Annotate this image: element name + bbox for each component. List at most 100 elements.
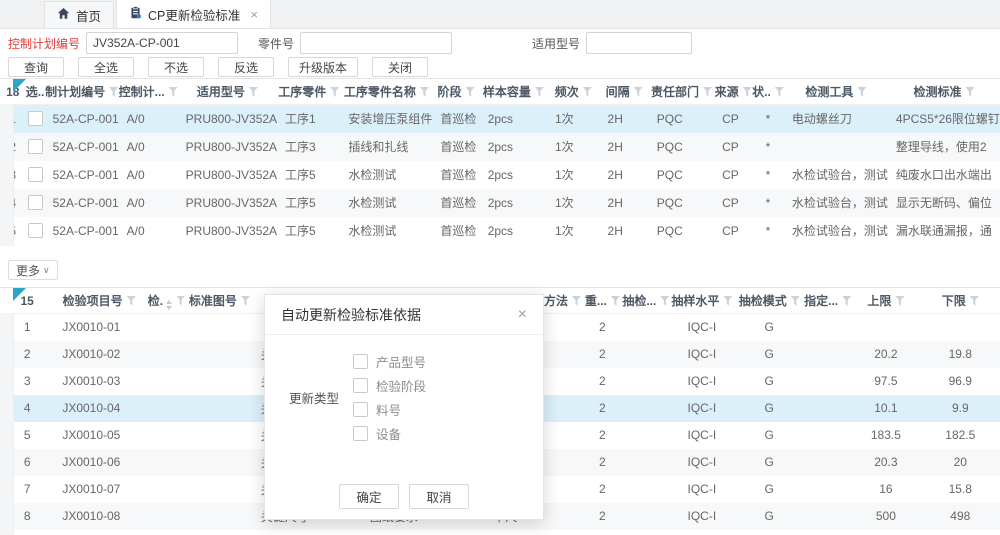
column-header[interactable]: 责任部门 [649, 79, 714, 105]
option-checkbox[interactable] [353, 354, 368, 369]
filter-icon[interactable] [420, 87, 429, 97]
tab-home[interactable]: 首页 [44, 1, 114, 28]
option-checkbox[interactable] [353, 402, 368, 417]
column-header[interactable]: 适用型号 [178, 79, 277, 105]
column-header[interactable]: 检测标准 [888, 79, 1000, 105]
filter-icon[interactable] [572, 296, 581, 306]
filter-icon[interactable] [127, 296, 136, 306]
select-none-button[interactable]: 不选 [148, 57, 204, 77]
model-input[interactable] [586, 32, 692, 54]
filter-icon[interactable] [249, 87, 258, 97]
column-header[interactable]: 上限 [851, 288, 920, 314]
filter-icon[interactable] [775, 87, 784, 97]
row-checkbox[interactable] [28, 167, 43, 182]
table-row[interactable]: 552A-CP-001A/0PRU800-JV352A工序5水检测试首巡检2pc… [0, 217, 1000, 245]
table-cell: CP [714, 217, 752, 245]
option-checkbox[interactable] [353, 426, 368, 441]
column-header[interactable]: 频次 [547, 79, 600, 105]
column-header[interactable]: 制计划编号 [45, 79, 119, 105]
column-header[interactable]: 间隔 [600, 79, 649, 105]
column-header[interactable]: 指定... [804, 288, 851, 314]
filter-icon[interactable] [634, 87, 643, 97]
close-button[interactable]: 关闭 [372, 57, 428, 77]
more-button[interactable]: 更多 ∨ [8, 260, 58, 280]
row-number: 5 [0, 217, 25, 245]
filter-icon[interactable] [109, 87, 118, 97]
row-checkbox-cell [25, 217, 44, 245]
filter-icon[interactable] [583, 87, 592, 97]
header-row: 18选..制计划编号控制计...适用型号工序零件工序零件名称阶段样本容量频次间隔… [0, 79, 1000, 105]
filter-icon[interactable] [535, 87, 544, 97]
table-cell: 9.9 [921, 395, 1000, 422]
table-cell: JX0010-04 [54, 395, 144, 422]
cancel-button[interactable]: 取消 [409, 484, 469, 509]
filter-icon[interactable] [611, 296, 620, 306]
filter-icon[interactable] [466, 87, 475, 97]
table-row[interactable]: 452A-CP-001A/0PRU800-JV352A工序5水检测试首巡检2pc… [0, 189, 1000, 217]
column-header[interactable]: 控制计... [119, 79, 178, 105]
sort-icon[interactable] [166, 300, 172, 310]
filter-icon[interactable] [330, 87, 339, 97]
table-cell [543, 476, 583, 503]
filter-icon[interactable] [743, 87, 752, 97]
column-header[interactable]: 方法 [543, 288, 583, 314]
table-cell [804, 395, 851, 422]
table-row[interactable]: 152A-CP-001A/0PRU800-JV352A工序1安装增压泵组件首巡检… [0, 105, 1000, 133]
tab-close-icon[interactable]: × [250, 8, 258, 21]
filter-icon[interactable] [241, 296, 250, 306]
option-checkbox[interactable] [353, 378, 368, 393]
column-header[interactable]: 样本容量 [480, 79, 547, 105]
column-header[interactable]: 工序零件 [277, 79, 340, 105]
table-cell [189, 314, 250, 341]
query-button[interactable]: 查询 [8, 57, 64, 77]
column-header[interactable]: 抽样水平 [669, 288, 734, 314]
tab-cp-update-standard[interactable]: CP更新检验标准 × [116, 0, 271, 28]
upgrade-version-button[interactable]: 升级版本 [288, 57, 358, 77]
row-checkbox[interactable] [28, 223, 43, 238]
table-cell: 水检试验台，测试 [784, 217, 888, 245]
invert-select-button[interactable]: 反选 [218, 57, 274, 77]
filter-icon[interactable] [895, 296, 904, 306]
column-header[interactable]: 抽检... [622, 288, 669, 314]
column-header[interactable]: 来源 [714, 79, 752, 105]
column-header[interactable]: 重... [582, 288, 622, 314]
table-cell [543, 449, 583, 476]
column-header[interactable]: 抽检模式 [734, 288, 804, 314]
control-plan-no-label: 控制计划编号 [8, 35, 80, 52]
select-all-button[interactable]: 全选 [78, 57, 134, 77]
row-checkbox[interactable] [28, 195, 43, 210]
column-header[interactable]: 检验项目号 [54, 288, 144, 314]
table-row[interactable]: 352A-CP-001A/0PRU800-JV352A工序5水检测试首巡检2pc… [0, 161, 1000, 189]
column-header[interactable]: 标准图号 [189, 288, 250, 314]
column-header[interactable]: 工序零件名称 [340, 79, 432, 105]
row-number: 8 [0, 503, 54, 530]
filter-icon[interactable] [176, 296, 185, 306]
row-checkbox[interactable] [28, 111, 43, 126]
update-type-option: 料号 [353, 397, 426, 421]
column-header[interactable]: 阶段 [432, 79, 479, 105]
tab-label: 首页 [76, 6, 101, 25]
table-row[interactable]: 252A-CP-001A/0PRU800-JV352A工序3插线和扎线首巡检2p… [0, 133, 1000, 161]
filter-icon[interactable] [965, 87, 974, 97]
ok-button[interactable]: 确定 [339, 484, 399, 509]
filter-icon[interactable] [791, 296, 800, 306]
filter-icon[interactable] [703, 87, 712, 97]
filter-icon[interactable] [842, 296, 851, 306]
control-plan-no-input[interactable] [86, 32, 238, 54]
column-header[interactable]: 检. [144, 288, 189, 314]
filter-icon[interactable] [857, 87, 866, 97]
table-cell: 插线和扎线 [340, 133, 432, 161]
part-no-input[interactable] [300, 32, 452, 54]
column-header[interactable]: 状.. [752, 79, 784, 105]
filter-icon[interactable] [660, 296, 669, 306]
table-cell: 2H [600, 217, 649, 245]
table-cell [543, 368, 583, 395]
column-header[interactable]: 下限 [921, 288, 1000, 314]
row-checkbox[interactable] [28, 139, 43, 154]
dialog-close-icon[interactable]: × [518, 307, 527, 323]
table-cell [189, 503, 250, 530]
column-header[interactable]: 检测工具 [784, 79, 888, 105]
filter-icon[interactable] [723, 296, 732, 306]
filter-icon[interactable] [970, 296, 979, 306]
filter-icon[interactable] [169, 87, 178, 97]
